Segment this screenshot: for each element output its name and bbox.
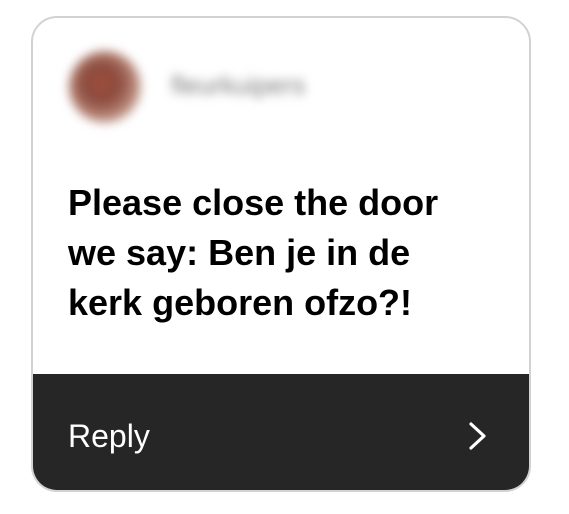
avatar bbox=[69, 51, 141, 123]
message-text: Please close the door we say: Ben je in … bbox=[68, 182, 439, 323]
chevron-right-icon bbox=[469, 422, 486, 450]
username: fleurkuipers bbox=[171, 70, 306, 100]
notification-card[interactable]: fleurkuipers Please close the door we sa… bbox=[31, 16, 531, 492]
reply-button[interactable]: Reply bbox=[33, 374, 529, 490]
notification-header: fleurkuipers bbox=[33, 18, 529, 148]
reply-label: Reply bbox=[68, 417, 150, 454]
